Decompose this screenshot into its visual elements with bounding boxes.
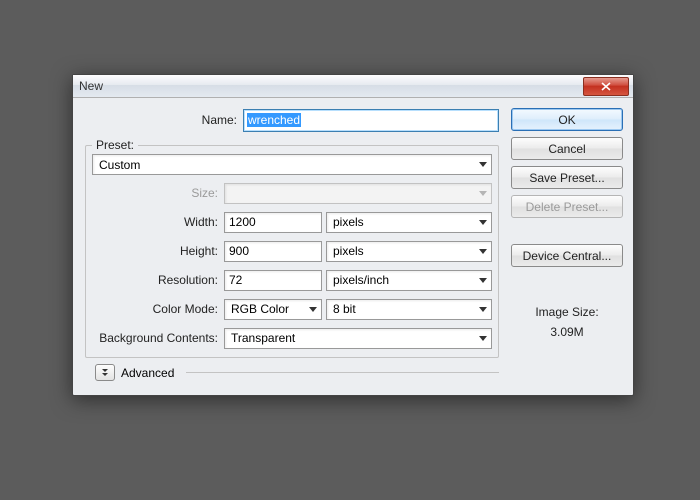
resolution-label: Resolution:	[92, 273, 224, 287]
height-row: Height: pixels	[92, 239, 492, 263]
advanced-row: Advanced	[95, 364, 499, 381]
resolution-row: Resolution: pixels/inch	[92, 268, 492, 292]
colormode-value: RGB Color	[231, 302, 289, 316]
height-label: Height:	[92, 244, 224, 258]
colordepth-value: 8 bit	[333, 302, 356, 316]
image-size-value: 3.09M	[511, 325, 623, 339]
image-size-label: Image Size:	[511, 305, 623, 319]
chevron-down-icon	[479, 307, 487, 312]
background-value: Transparent	[231, 331, 295, 345]
width-label: Width:	[92, 215, 224, 229]
width-input[interactable]	[224, 212, 322, 233]
form-area: Name: wrenched Preset: Custom Size:	[85, 108, 499, 381]
delete-preset-button: Delete Preset...	[511, 195, 623, 218]
close-button[interactable]	[583, 77, 629, 96]
preset-value: Custom	[99, 158, 140, 172]
chevron-down-icon	[309, 307, 317, 312]
chevron-down-icon	[479, 336, 487, 341]
divider	[186, 372, 499, 373]
width-unit-combo[interactable]: pixels	[326, 212, 492, 233]
height-unit: pixels	[333, 244, 364, 258]
name-input-wrap: wrenched	[243, 109, 499, 132]
chevron-down-icon	[479, 278, 487, 283]
preset-combo[interactable]: Custom	[92, 154, 492, 175]
close-icon	[601, 82, 611, 91]
background-combo[interactable]: Transparent	[224, 328, 492, 349]
width-row: Width: pixels	[92, 210, 492, 234]
dialog-content: Name: wrenched Preset: Custom Size:	[73, 98, 633, 395]
colormode-row: Color Mode: RGB Color 8 bit	[92, 297, 492, 321]
chevron-down-icon	[479, 220, 487, 225]
image-size-block: Image Size: 3.09M	[511, 305, 623, 339]
save-preset-button[interactable]: Save Preset...	[511, 166, 623, 189]
size-label: Size:	[92, 186, 224, 200]
colormode-label: Color Mode:	[92, 302, 224, 316]
colordepth-combo[interactable]: 8 bit	[326, 299, 492, 320]
size-row: Size:	[92, 181, 492, 205]
chevron-down-icon	[479, 191, 487, 196]
double-chevron-down-icon	[102, 369, 108, 376]
advanced-toggle[interactable]	[95, 364, 115, 381]
new-document-dialog: New Name: wrenched Preset: Custo	[72, 74, 634, 396]
preset-label: Preset:	[92, 138, 138, 152]
device-central-button[interactable]: Device Central...	[511, 244, 623, 267]
chevron-down-icon	[479, 162, 487, 167]
titlebar[interactable]: New	[73, 75, 633, 98]
resolution-unit-combo[interactable]: pixels/inch	[326, 270, 492, 291]
colormode-combo[interactable]: RGB Color	[224, 299, 322, 320]
name-value: wrenched	[247, 113, 301, 127]
chevron-down-icon	[479, 249, 487, 254]
size-combo	[224, 183, 492, 204]
name-row: Name: wrenched	[85, 108, 499, 132]
name-input[interactable]: wrenched	[243, 109, 499, 132]
name-label: Name:	[85, 113, 243, 127]
cancel-button[interactable]: Cancel	[511, 137, 623, 160]
ok-button[interactable]: OK	[511, 108, 623, 131]
preset-row: Custom	[92, 154, 492, 175]
advanced-label: Advanced	[121, 366, 174, 380]
height-input[interactable]	[224, 241, 322, 262]
width-unit: pixels	[333, 215, 364, 229]
resolution-unit: pixels/inch	[333, 273, 389, 287]
preset-fieldset: Preset: Custom Size: Width:	[85, 138, 499, 358]
resolution-input[interactable]	[224, 270, 322, 291]
window-title: New	[79, 79, 103, 93]
background-row: Background Contents: Transparent	[92, 326, 492, 350]
background-label: Background Contents:	[92, 331, 224, 345]
side-buttons: OK Cancel Save Preset... Delete Preset..…	[511, 108, 623, 381]
height-unit-combo[interactable]: pixels	[326, 241, 492, 262]
